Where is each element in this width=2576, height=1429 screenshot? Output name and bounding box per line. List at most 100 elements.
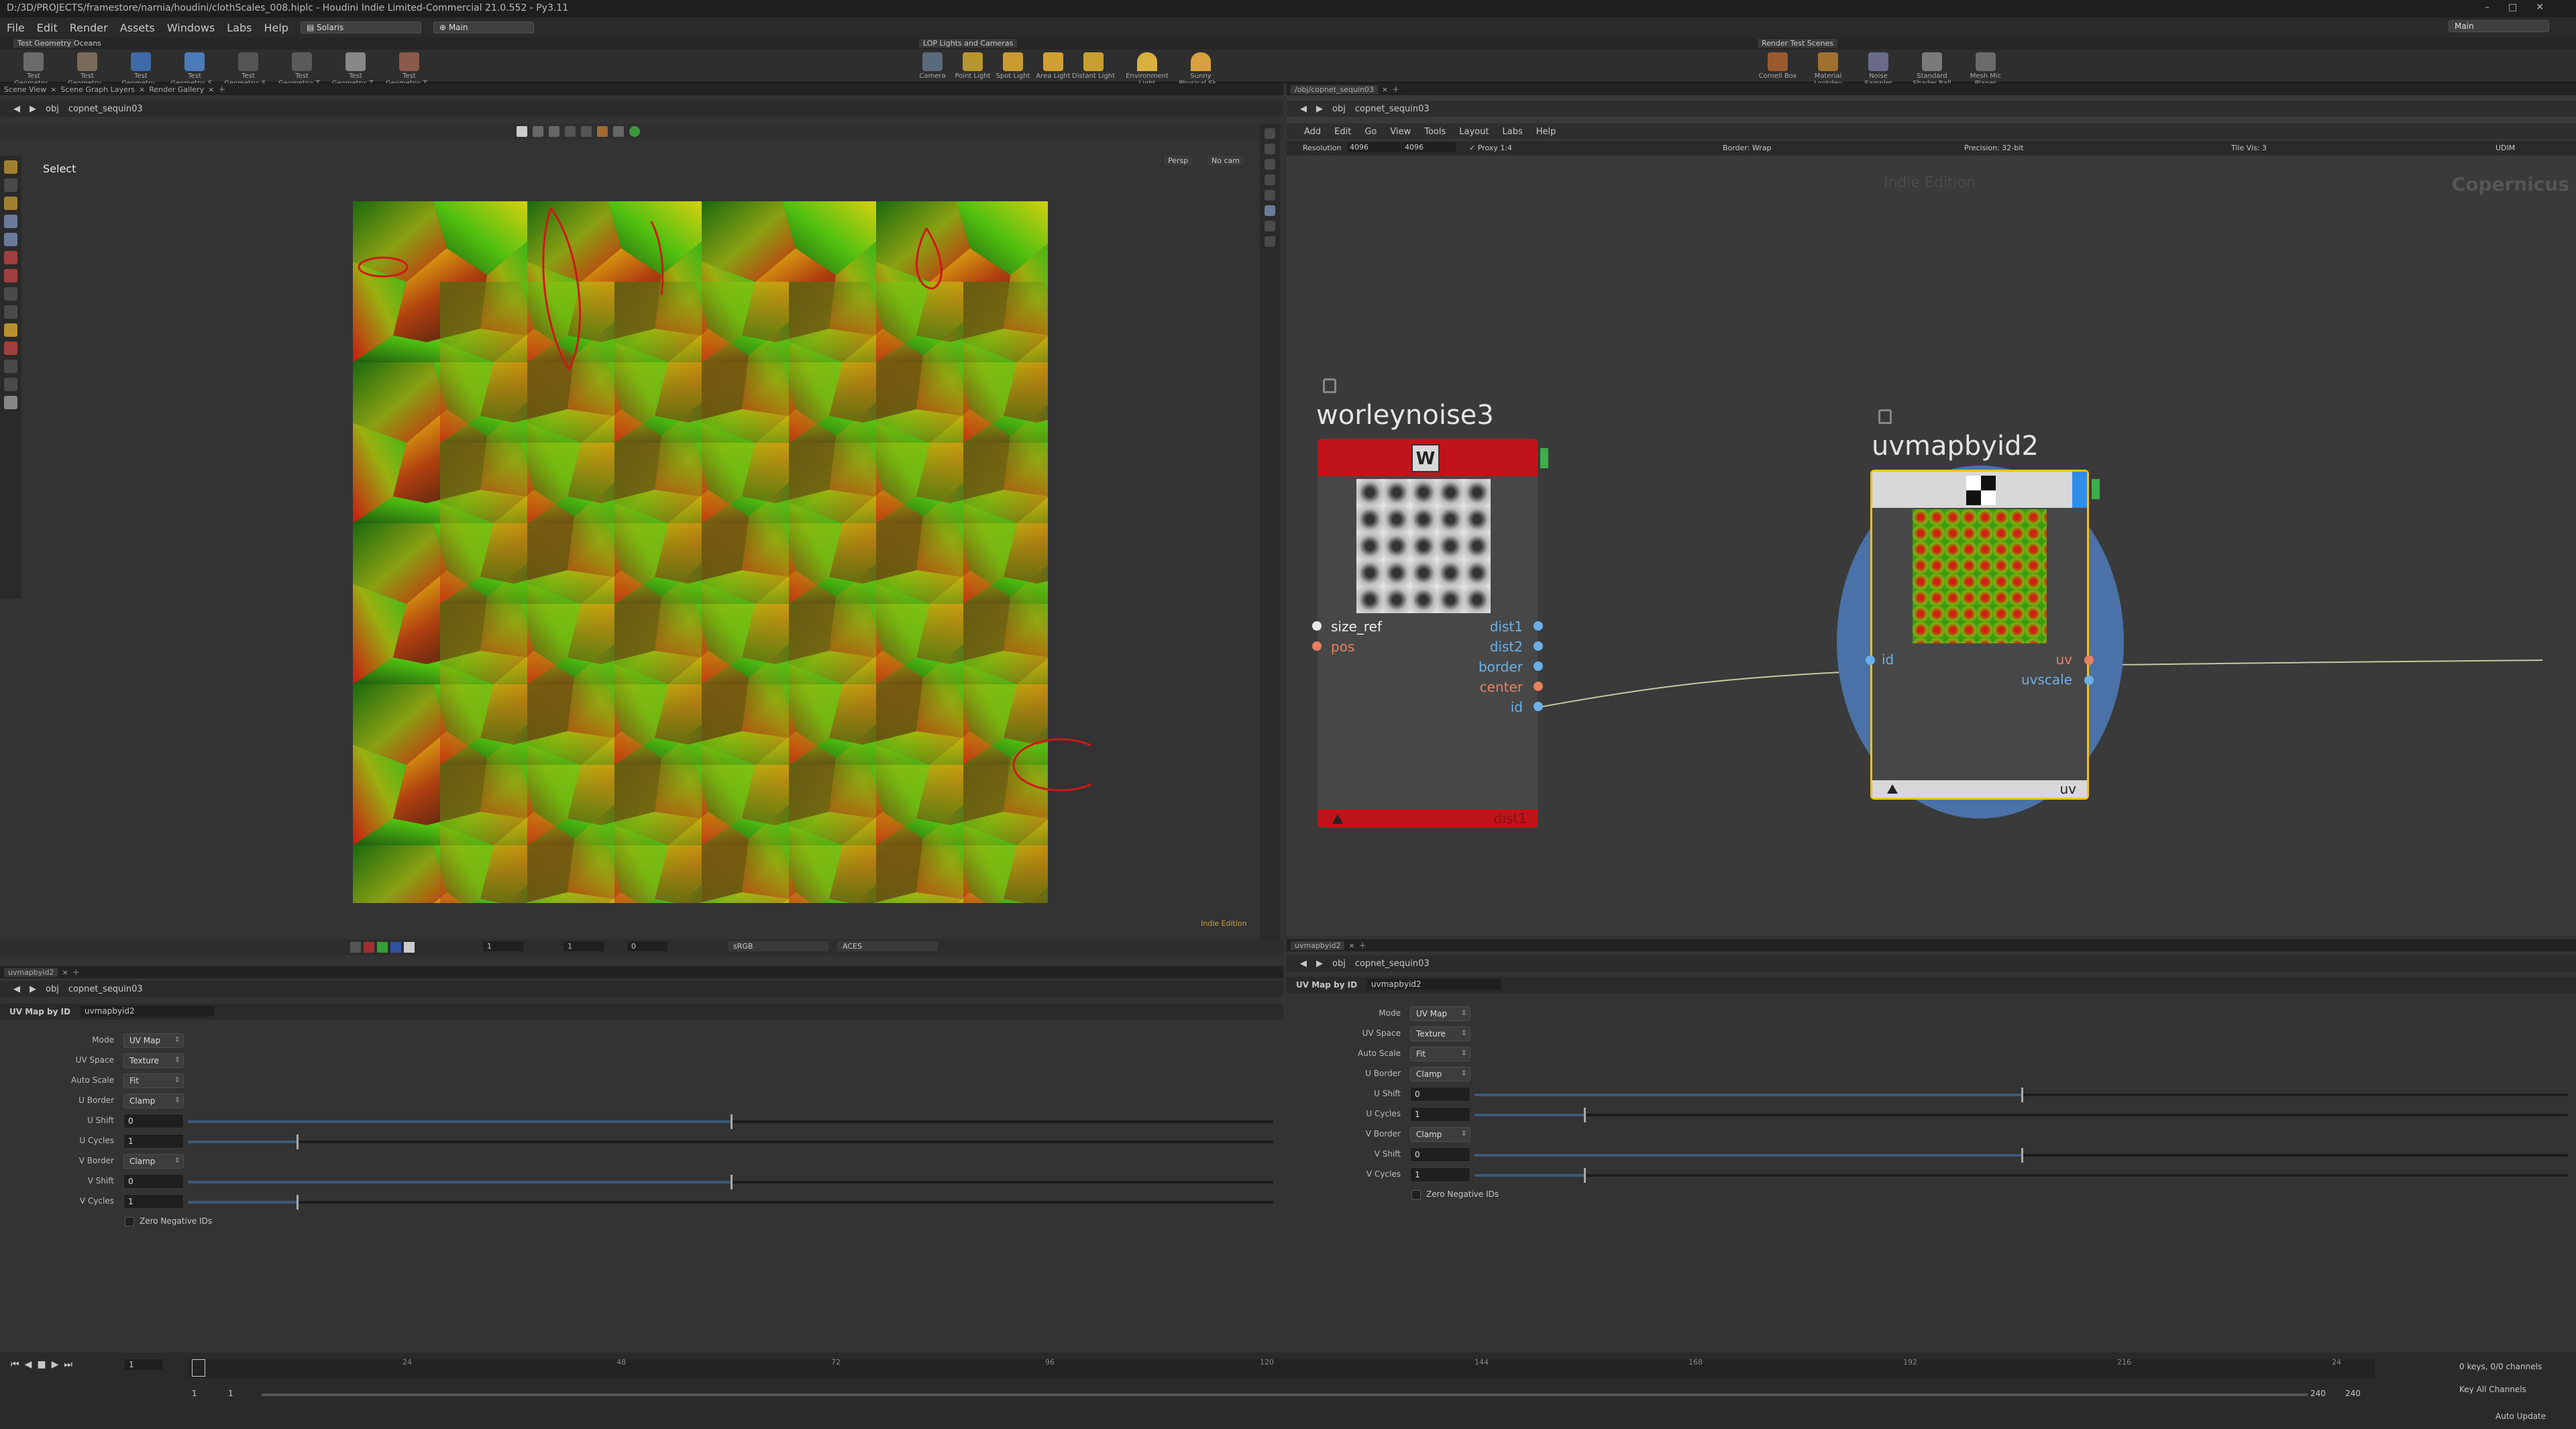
tab-scene-graph-layers[interactable]: Scene Graph Layers [60, 85, 135, 94]
step-back-icon[interactable]: ◀ [25, 1359, 32, 1370]
shelf-tool-sky[interactable]: Sunny Physical Sk... [1177, 52, 1224, 87]
input-port[interactable] [1312, 641, 1322, 651]
parm-menu[interactable]: Clamp [123, 1154, 184, 1169]
blue-channel-icon[interactable] [390, 942, 401, 953]
path-copnet[interactable]: copnet_sequin03 [68, 984, 143, 994]
parm-field[interactable]: 1 [1410, 1167, 1470, 1182]
parm-menu[interactable]: Fit [123, 1073, 184, 1088]
shelf-tool-lookdev[interactable]: Material Lookdev [1805, 52, 1851, 87]
camera-menu[interactable]: No cam [1208, 156, 1244, 166]
parm-menu[interactable]: UV Map [123, 1033, 184, 1048]
slider-knob[interactable] [297, 1195, 299, 1210]
slider-knob[interactable] [1584, 1108, 1586, 1122]
path-obj[interactable]: obj [46, 984, 59, 994]
zero-negative-checkbox[interactable] [125, 1217, 134, 1226]
back-arrow-icon[interactable]: ◀ [1300, 959, 1307, 969]
lock-icon[interactable] [1878, 409, 1892, 424]
lasso-select-icon[interactable] [533, 126, 543, 137]
parm-menu[interactable]: UV Map [1410, 1006, 1470, 1021]
camera-view-icon[interactable] [1265, 205, 1275, 216]
lock-tool-icon[interactable] [4, 233, 17, 246]
lock-camera-icon[interactable] [1265, 159, 1275, 170]
parm-field[interactable]: 0 [1410, 1087, 1470, 1102]
menu-assets[interactable]: Assets [120, 21, 155, 34]
display-icon[interactable] [1265, 128, 1275, 139]
uvmap-node-name[interactable]: uvmapbyid2 [1872, 431, 2039, 462]
brush-tool-icon[interactable] [4, 305, 17, 319]
parm-field[interactable]: 0 [1410, 1147, 1470, 1162]
output-port[interactable] [1534, 661, 1543, 671]
slider-knob[interactable] [2021, 1148, 2023, 1163]
menu-render[interactable]: Render [70, 21, 108, 34]
select-tool-icon[interactable] [4, 160, 17, 174]
menu-help[interactable]: Help [264, 21, 288, 34]
gamma-field[interactable]: 1 [483, 941, 523, 951]
tab-parameters[interactable]: uvmapbyid2 [1291, 941, 1345, 950]
colorspace-menu[interactable]: sRGB [728, 941, 828, 951]
exposure-field[interactable]: 1 [564, 941, 604, 951]
shelf-tool-cornell[interactable]: Cornell Box [1754, 52, 1801, 80]
path-obj[interactable]: obj [46, 104, 59, 114]
view-transform-menu[interactable]: ACES [837, 941, 938, 951]
menu-edit[interactable]: Edit [37, 21, 58, 34]
output-port[interactable] [1534, 702, 1543, 711]
current-frame-field[interactable]: 1 [125, 1359, 162, 1370]
shelf-tab-test-geometry[interactable]: Test Geometry [13, 39, 76, 48]
node-name-field[interactable]: uvmapbyid2 [80, 1006, 215, 1016]
tab-scene-view[interactable]: Scene View [4, 85, 46, 94]
shelf-tool[interactable]: Test Geometry: S... [170, 52, 219, 87]
shelf-tool[interactable]: Test Geometry... [117, 52, 165, 87]
display-flag-icon[interactable] [1887, 784, 1898, 794]
light-display-icon[interactable] [1265, 221, 1275, 231]
path-copnet[interactable]: copnet_sequin03 [1355, 959, 1430, 969]
view-tool-icon[interactable] [4, 251, 17, 264]
slider-knob[interactable] [1584, 1168, 1586, 1183]
range-start-field[interactable]: 1 [192, 1389, 197, 1398]
output-port[interactable] [1534, 641, 1543, 651]
jump-start-icon[interactable]: ⏮ [11, 1359, 19, 1370]
add-tab-icon[interactable]: ＋ [72, 967, 80, 977]
shelf-tool-env-light[interactable]: Environment Light [1124, 52, 1171, 87]
parm-field[interactable]: 1 [123, 1194, 184, 1209]
path-copnet[interactable]: copnet_sequin03 [68, 104, 143, 114]
desktop-dropdown[interactable]: ▤ Solaris [300, 21, 421, 34]
path-obj[interactable]: obj [1332, 959, 1346, 969]
back-arrow-icon[interactable]: ◀ [13, 984, 20, 994]
snap-tool-icon[interactable] [4, 287, 17, 301]
shelf-tool[interactable]: Test Geometry: T... [278, 52, 326, 87]
right-desktop-dropdown[interactable]: Main [2449, 20, 2549, 32]
secure-select-icon[interactable] [629, 126, 640, 137]
offset-field[interactable]: 0 [627, 941, 667, 951]
parm-slider[interactable] [188, 1134, 1273, 1149]
jump-end-icon[interactable]: ⏭ [64, 1359, 72, 1370]
range-end-field[interactable]: 240 [2310, 1389, 2326, 1398]
sculpt-tool-icon[interactable] [4, 360, 17, 373]
menu-file[interactable]: File [7, 21, 25, 34]
viewport-texture[interactable] [353, 201, 1135, 984]
shelf-tab-lop-lights[interactable]: LOP Lights and Cameras [919, 39, 1018, 48]
laser-select-icon[interactable] [565, 126, 576, 137]
parm-slider[interactable] [1474, 1148, 2568, 1163]
parm-slider[interactable] [1474, 1088, 2568, 1102]
parm-menu[interactable]: Fit [1410, 1047, 1470, 1061]
window-controls[interactable]: –□✕ [2485, 2, 2563, 13]
parm-menu[interactable]: Clamp [1410, 1127, 1470, 1142]
parm-menu[interactable]: Clamp [1410, 1067, 1470, 1081]
shelf-tool-noise-sampler[interactable]: Noise Sampler [1855, 52, 1902, 87]
red-channel-icon[interactable] [364, 942, 374, 953]
magnet-tool-icon[interactable] [4, 341, 17, 355]
range-end2-field[interactable]: 240 [2345, 1389, 2361, 1398]
brush-select-icon[interactable] [549, 126, 559, 137]
shelf-tool[interactable]: Test Geometry... [63, 52, 111, 87]
parm-slider[interactable] [188, 1175, 1273, 1189]
auto-update-menu[interactable]: Auto Update [2496, 1412, 2546, 1421]
parm-menu[interactable]: Texture [123, 1053, 184, 1068]
input-port[interactable] [1866, 655, 1875, 665]
back-arrow-icon[interactable]: ◀ [13, 104, 20, 114]
shelf-tool[interactable]: Test Geometry... [9, 52, 58, 87]
select-mode-icon[interactable] [581, 126, 592, 137]
add-tab-icon[interactable]: ＋ [1359, 940, 1366, 951]
zero-negative-checkbox[interactable] [1411, 1190, 1421, 1200]
node-name-field[interactable]: uvmapbyid2 [1367, 979, 1501, 990]
display-flag-icon[interactable] [1332, 814, 1343, 824]
